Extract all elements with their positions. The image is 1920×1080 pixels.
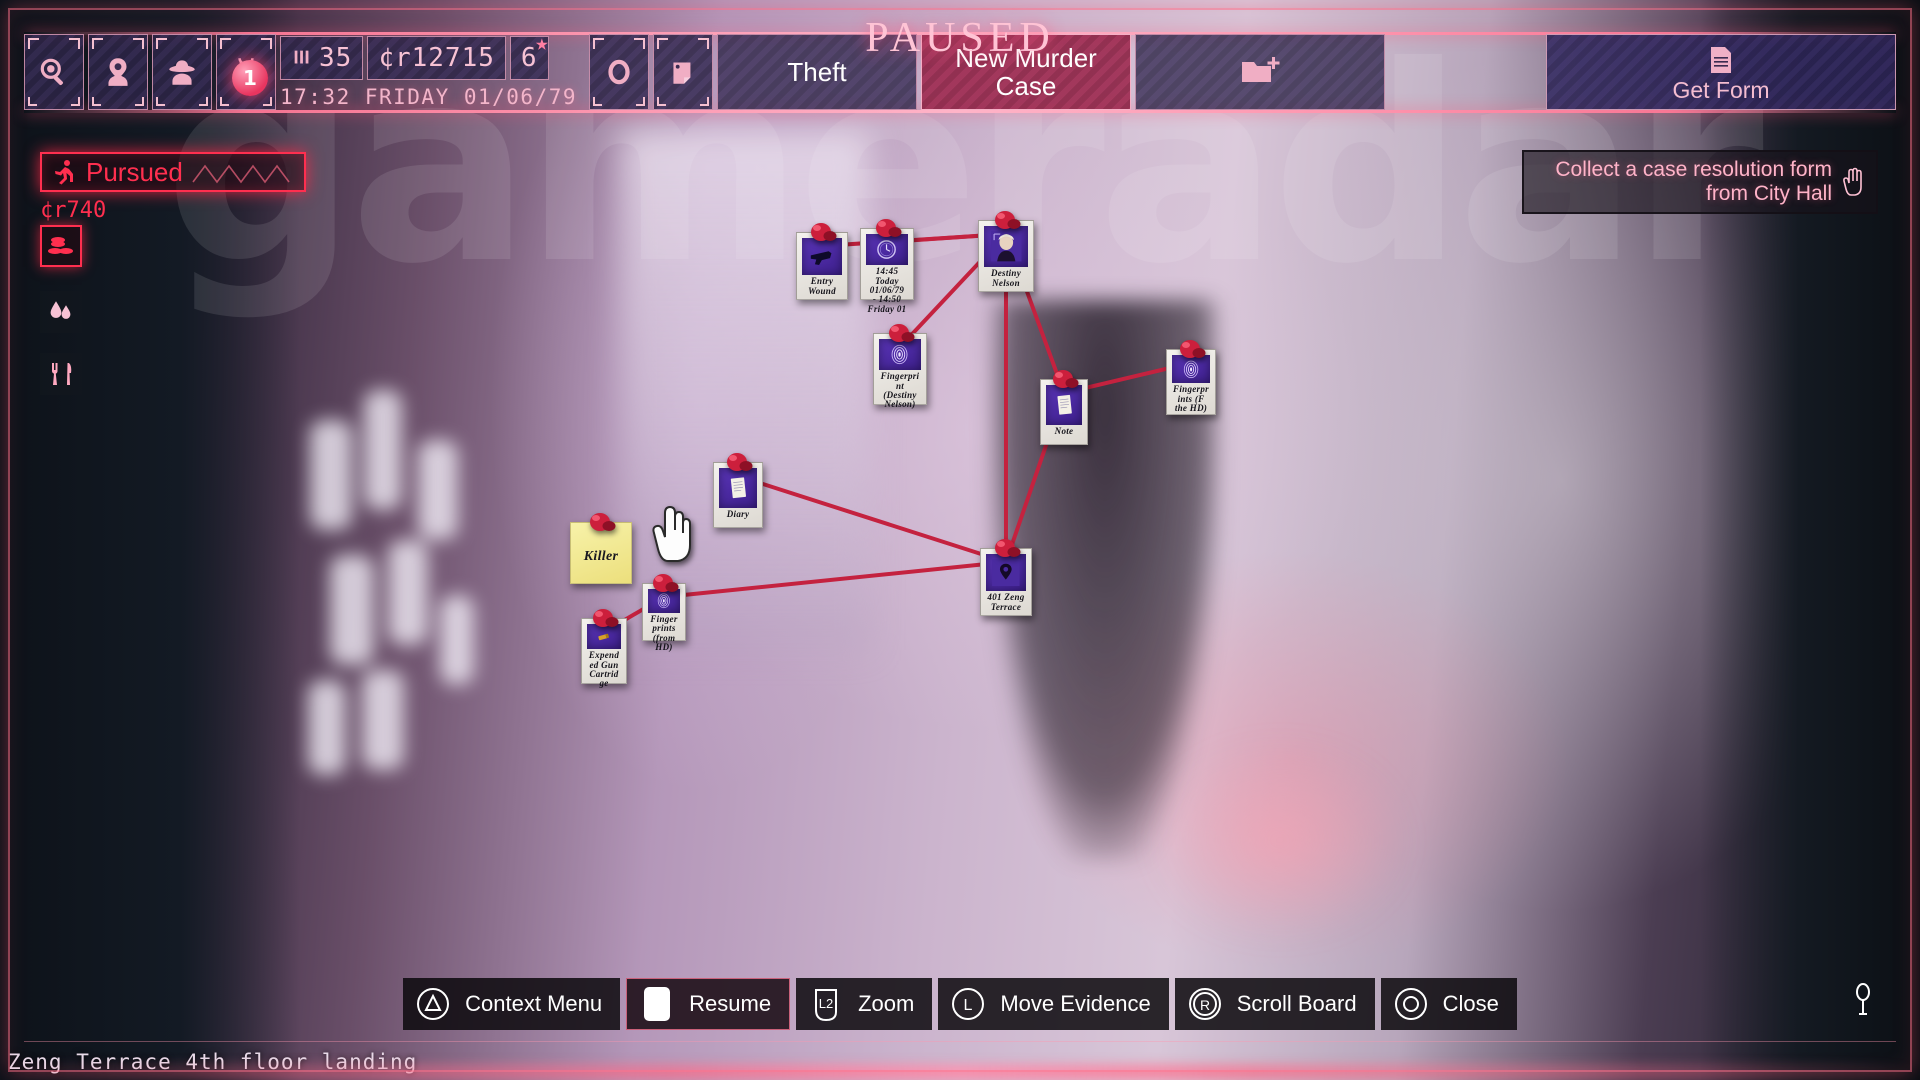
evidence-card-caption: Destiny Nelson xyxy=(990,268,1022,288)
tab-theft-label: Theft xyxy=(787,56,847,87)
evidence-string xyxy=(662,560,1008,599)
evidence-card-killer-note[interactable]: Killer xyxy=(570,522,632,584)
button-glyph-triangle-icon xyxy=(413,984,453,1024)
control-hint-close[interactable]: Close xyxy=(1380,978,1517,1030)
bottom-control-bar: Context Menu Resume L2 Zoom L Move Evidence R S… xyxy=(0,972,1920,1036)
evidence-card-caption: Fingerprint (Destiny Nelson) xyxy=(880,371,920,410)
evidence-card-time-of-death[interactable]: 14:45 Today 01/06/79 - 14:50 Friday 01 xyxy=(860,228,914,314)
svg-text:R: R xyxy=(1200,997,1210,1013)
evidence-card-diary[interactable]: Diary xyxy=(713,462,763,528)
bottom-divider xyxy=(24,1041,1896,1042)
evidence-card-zeng-terrace[interactable]: 401 Zeng Terrace xyxy=(980,548,1032,616)
objective-line-1: Collect a case resolution form xyxy=(1555,158,1832,181)
control-hint-context-menu[interactable]: Context Menu xyxy=(403,978,621,1030)
objective-line-2: from City Hall xyxy=(1705,182,1832,206)
evidence-card-caption: Fingerprints (F the HD) xyxy=(1173,384,1209,413)
svg-text:L2: L2 xyxy=(819,996,833,1011)
topbar-glow-bottom xyxy=(24,110,1896,113)
evidence-card-caption: 401 Zeng Terrace xyxy=(987,592,1025,612)
bottom-glow xyxy=(0,1064,1920,1080)
evidence-card-fingerprint-hd[interactable]: Fingerprints (F the HD) xyxy=(1166,349,1216,415)
evidence-thumbnail-clock-icon xyxy=(866,234,908,266)
status-chip-stack xyxy=(40,289,310,395)
evidence-card-entry-wound[interactable]: Entry Wound xyxy=(796,232,848,300)
button-glyph-square-icon xyxy=(637,984,677,1024)
evidence-card-fingerprint-you[interactable]: Fingerprints (from HD) xyxy=(642,583,686,652)
evidence-string xyxy=(736,474,1008,564)
evidence-card-caption: Diary xyxy=(726,509,750,519)
evidence-thumbnail-fingerprint-icon xyxy=(1172,355,1210,384)
evidence-card-caption: Fingerprints (from HD) xyxy=(650,613,678,652)
evidence-card-fingerprint-destiny[interactable]: Fingerprint (Destiny Nelson) xyxy=(873,333,927,409)
evidence-thumbnail-fingerprint-icon xyxy=(879,339,921,371)
control-hint-label: Move Evidence xyxy=(1000,991,1151,1016)
evidence-thumbnail-paper-icon xyxy=(1046,385,1082,425)
evidence-thumbnail-cartridge-icon xyxy=(587,624,621,650)
button-glyph-r-icon: R xyxy=(1185,984,1225,1024)
evidence-board[interactable]: Entry Wound 14:45 Today 01/06/79 - 14:50 … xyxy=(240,128,1880,988)
control-hint-label: Resume xyxy=(689,991,772,1016)
controller-icon xyxy=(1852,983,1874,1022)
control-hint-scroll-board[interactable]: R Scroll Board xyxy=(1174,978,1375,1030)
status-panel: Pursued ¢r740 xyxy=(40,152,310,395)
evidence-card-caption: Killer xyxy=(583,549,619,564)
evidence-thumbnail-fingerprint-icon xyxy=(648,589,680,613)
evidence-card-caption: 14:45 Today 01/06/79 - 14:50 Friday 01 xyxy=(867,266,907,314)
evidence-card-note[interactable]: Note xyxy=(1040,379,1088,445)
button-glyph-l2-icon: L2 xyxy=(806,984,846,1024)
control-hint-resume[interactable]: Resume xyxy=(626,978,791,1030)
droplets-icon xyxy=(40,291,82,333)
status-badge-pursued[interactable]: Pursued xyxy=(40,152,306,192)
evidence-thumbnail-location-pin-icon xyxy=(986,554,1026,592)
control-hint-label: Zoom xyxy=(858,991,915,1016)
control-hint-move-evidence[interactable]: L Move Evidence xyxy=(938,978,1169,1030)
status-pursued-label: Pursued xyxy=(86,156,183,187)
control-hint-label: Context Menu xyxy=(465,991,603,1016)
get-form-label: Get Form xyxy=(1672,76,1770,103)
player-money: ¢r740 xyxy=(40,198,107,223)
notification-badge[interactable]: 1 xyxy=(232,60,268,96)
hand-icon xyxy=(1843,167,1862,196)
objective-text: Collect a case resolution form from City… xyxy=(1555,158,1832,206)
evidence-thumbnail-paper-icon xyxy=(719,468,757,508)
game-screen: gameradar Entry Wound14:45 Today 01/06/7… xyxy=(0,0,1920,1080)
objective-toast: Collect a case resolution form from City… xyxy=(1522,150,1878,215)
control-hint-label: Close xyxy=(1442,991,1499,1016)
evidence-string-layer xyxy=(602,232,1193,634)
evidence-card-caption: Expended Gun Cartridge xyxy=(588,650,620,689)
control-hint-zoom[interactable]: L2 Zoom xyxy=(796,978,933,1030)
button-glyph-circle-icon xyxy=(1391,984,1431,1024)
evidence-card-destiny-nelson[interactable]: Destiny Nelson xyxy=(978,220,1034,292)
running-person-icon xyxy=(55,160,73,185)
mouse-cursor-hand-icon xyxy=(652,505,691,562)
game-clock: 17:32 FRIDAY 01/06/79 xyxy=(280,84,578,109)
svg-text:L: L xyxy=(964,997,973,1014)
evidence-thumbnail-gun-silhouette-icon xyxy=(802,238,842,276)
evidence-card-caption: Note xyxy=(1054,426,1074,436)
evidence-card-gun-cartridge[interactable]: Expended Gun Cartridge xyxy=(581,618,627,688)
evidence-thumbnail-portrait-icon xyxy=(984,226,1028,268)
coins-icon xyxy=(40,225,82,267)
button-glyph-l-icon: L xyxy=(948,984,988,1024)
fork-knife-icon xyxy=(40,353,82,395)
evidence-card-caption: Entry Wound xyxy=(808,276,836,296)
paused-label: PAUSED xyxy=(865,15,1055,61)
status-zigzag-decoration xyxy=(192,164,290,184)
control-hint-label: Scroll Board xyxy=(1236,991,1357,1016)
